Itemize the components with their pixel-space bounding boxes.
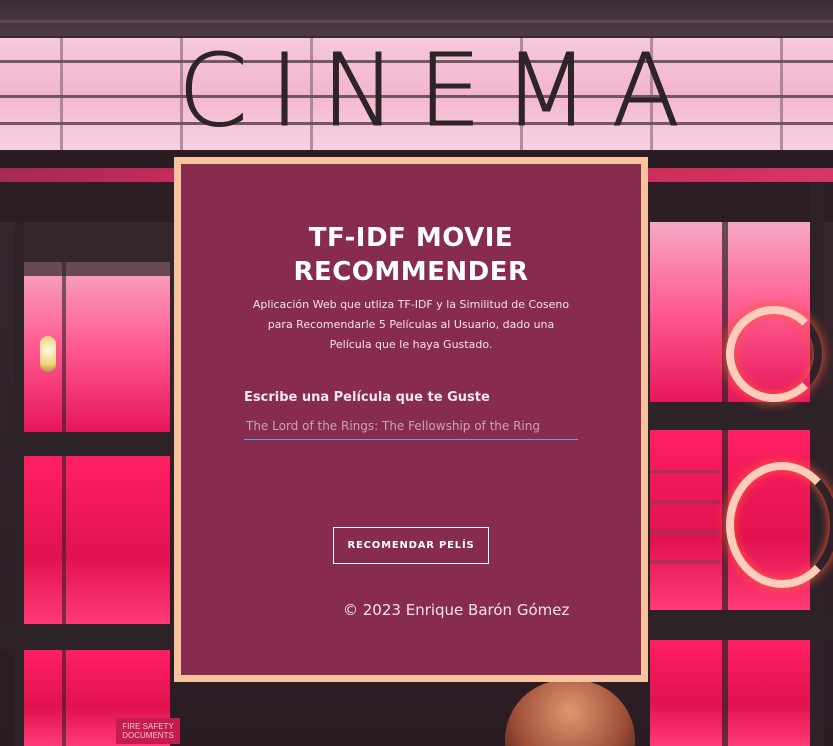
window-pane <box>22 456 170 624</box>
neon-letter-c <box>726 306 822 402</box>
fire-safety-sign: FIRE SAFETY DOCUMENTS <box>116 718 180 744</box>
app-title-line1: TF-IDF MOVIE <box>308 223 514 253</box>
app-title-line2: RECOMMENDER <box>293 257 529 287</box>
app-description: Aplicación Web que utliza TF-IDF y la Si… <box>252 298 570 351</box>
recommend-button[interactable]: RECOMENDAR PELÍS <box>333 527 489 564</box>
neon-letter-c <box>726 462 833 588</box>
movie-input-label: Escribe una Película que te Guste <box>244 390 490 405</box>
recommender-card: TF-IDF MOVIE RECOMMENDER Aplicación Web … <box>174 157 648 682</box>
copyright-text: © 2023 Enrique Barón Gómez <box>343 601 570 619</box>
window-pane <box>650 640 810 746</box>
cinema-sign-text: CINEMA <box>178 32 702 149</box>
wall-lamp <box>40 336 56 372</box>
app-title: TF-IDF MOVIE RECOMMENDER <box>181 221 641 289</box>
movie-search-input[interactable] <box>244 412 578 440</box>
